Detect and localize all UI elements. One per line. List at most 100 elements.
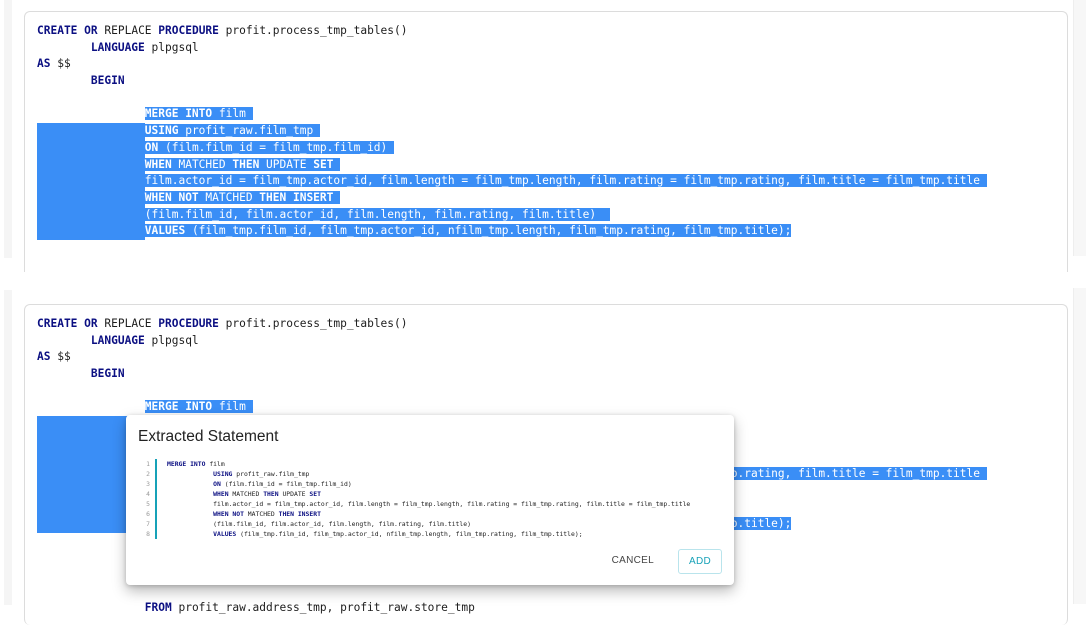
add-button[interactable]: ADD: [678, 549, 722, 574]
code-text: WHEN MATCHED THEN UPDATE SET: [167, 489, 321, 499]
line-number: 6: [146, 510, 150, 518]
code-line: WHEN MATCHED THEN UPDATE SET: [37, 157, 987, 174]
sql-keyword: WHEN: [213, 490, 229, 498]
sql-keyword: SET: [309, 490, 321, 498]
sql-keyword: MERGE INTO: [167, 460, 206, 468]
code-line: MERGE INTO film: [37, 399, 987, 416]
sql-keyword: MERGE INTO: [144, 107, 213, 121]
code-token: profit.process_tmp_tables(): [218, 317, 408, 330]
code-text: MERGE INTO film: [167, 459, 225, 469]
sql-editor-top[interactable]: CREATE OR REPLACE PROCEDURE profit.proce…: [24, 11, 1068, 272]
sql-keyword: MERGE INTO: [144, 400, 213, 414]
sql-keyword: LANGUAGE: [90, 333, 145, 347]
code-line: WHEN NOT MATCHED THEN INSERT: [37, 190, 987, 207]
sql-keyword: THEN INSERT: [259, 190, 334, 204]
scrollbar-bottom[interactable]: [1073, 288, 1086, 604]
extracted-code-line: 7 (film.film_id, film.actor_id, film.len…: [140, 519, 690, 529]
sql-keyword: CREATE: [37, 317, 78, 330]
sql-keyword: USING: [213, 470, 233, 478]
sql-keyword: ON: [144, 140, 159, 154]
code-token: MATCHED: [243, 510, 279, 518]
sql-keyword: OR: [84, 317, 98, 330]
gutter-bar: [155, 509, 157, 519]
left-rail-bottom: [4, 290, 12, 605]
gutter-bar: [155, 479, 157, 489]
code-token: [333, 157, 341, 171]
sql-keyword: WHEN NOT: [213, 510, 244, 518]
code-text: WHEN NOT MATCHED THEN INSERT: [167, 509, 321, 519]
extracted-code: 1 MERGE INTO film 2 USING profit_raw.film_…: [140, 459, 690, 539]
code-token: (film.film_id = film_tmp.film_id): [220, 480, 352, 488]
code-token: film.actor_id = film_tmp.actor_id, film.…: [167, 500, 691, 508]
code-line: MERGE INTO film: [37, 106, 987, 123]
line-number: 1: [146, 460, 150, 468]
code-token: [333, 190, 341, 204]
line-number: 2: [146, 470, 150, 478]
gutter-bar: [155, 519, 157, 529]
code-token: [37, 224, 145, 238]
code-token: [37, 140, 145, 154]
gutter-bar: [155, 459, 157, 469]
extracted-statement-dialog: Extracted Statement 1 MERGE INTO film 2 US…: [126, 415, 734, 585]
sql-keyword: THEN INSERT: [278, 510, 321, 518]
code-line: AS $$: [37, 349, 987, 366]
code-token: film.actor_id = film_tmp.actor_id, film.…: [144, 174, 987, 188]
code-line: (film.film_id, film.actor_id, film.lengt…: [37, 207, 987, 224]
code-token: $$: [50, 350, 71, 364]
code-line: USING profit_raw.film_tmp: [37, 123, 987, 140]
extracted-code-line: 5 film.actor_id = film_tmp.actor_id, fil…: [140, 499, 690, 509]
code-token: UPDATE: [278, 490, 310, 498]
code-area-top[interactable]: CREATE OR REPLACE PROCEDURE profit.proce…: [37, 23, 987, 240]
code-token: (film_tmp.film_id, film_tmp.actor_id, nf…: [236, 530, 583, 538]
code-line: AS $$: [37, 56, 987, 73]
code-token: profit.process_tmp_tables(): [218, 24, 408, 37]
sql-keyword: THEN: [263, 490, 279, 498]
code-line: CREATE OR REPLACE PROCEDURE profit.proce…: [37, 316, 987, 333]
left-rail-top: [4, 0, 12, 258]
line-number: 4: [146, 490, 150, 498]
code-text: (film.film_id, film.actor_id, film.lengt…: [167, 519, 471, 529]
gutter-bar: [155, 469, 157, 479]
cancel-button[interactable]: CANCEL: [606, 551, 660, 570]
dialog-title: Extracted Statement: [138, 428, 279, 445]
code-token: (film.film_id, film.actor_id, film.lengt…: [167, 520, 471, 528]
sql-keyword: WHEN NOT: [144, 190, 199, 204]
code-token: $$: [50, 57, 71, 71]
code-text: film.actor_id = film_tmp.actor_id, film.…: [167, 499, 690, 509]
scrollbar-top[interactable]: [1073, 0, 1086, 256]
code-text: USING profit_raw.film_tmp: [167, 469, 309, 479]
code-token: MATCHED: [171, 157, 233, 171]
code-line: BEGIN: [37, 366, 987, 383]
code-token: profit_raw.film_tmp: [178, 124, 320, 138]
code-token: [37, 207, 145, 221]
code-line: FROM profit_raw.address_tmp, profit_raw.…: [37, 600, 987, 617]
gutter-bar: [155, 489, 157, 499]
code-token: [37, 190, 145, 204]
sql-keyword: USING: [144, 124, 179, 138]
extracted-code-line: 4 WHEN MATCHED THEN UPDATE SET: [140, 489, 690, 499]
sql-keyword: VALUES: [144, 224, 186, 238]
sql-keyword: THEN: [232, 157, 260, 171]
code-line: CREATE OR REPLACE PROCEDURE profit.proce…: [37, 23, 987, 40]
code-token: plpgsql: [144, 40, 199, 54]
sql-keyword: PROCEDURE: [158, 317, 219, 330]
sql-keyword: SET: [313, 157, 334, 171]
code-token: film: [205, 460, 225, 468]
extracted-code-line: 2 USING profit_raw.film_tmp: [140, 469, 690, 479]
code-token: [37, 124, 145, 138]
code-token: [37, 157, 145, 171]
code-token: REPLACE: [97, 317, 159, 330]
code-token: [37, 174, 145, 188]
code-token: profit_raw.address_tmp, profit_raw.store…: [171, 600, 475, 614]
